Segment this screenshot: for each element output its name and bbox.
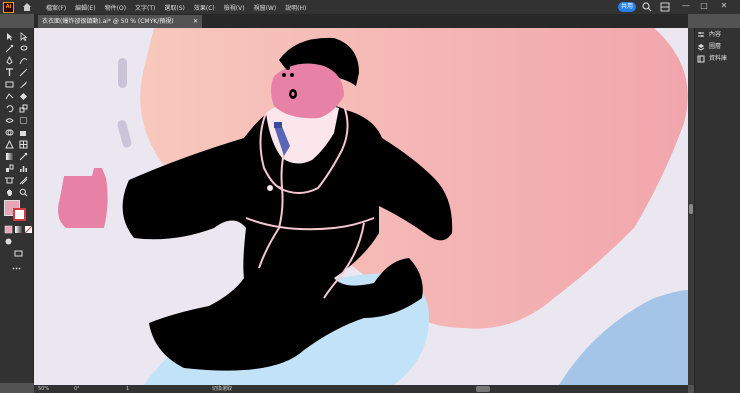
illustration bbox=[58, 28, 688, 385]
document-tab[interactable]: 衣衣面(爆炸卻很鎮動).ai* @ 50 % (CMYK/預視) ✕ bbox=[38, 15, 202, 28]
search-icon[interactable] bbox=[642, 2, 652, 12]
layers-icon bbox=[697, 43, 705, 51]
menu-type[interactable]: 文字(T) bbox=[135, 3, 155, 12]
gradient-mode-icon[interactable] bbox=[14, 225, 23, 234]
eye bbox=[282, 73, 286, 77]
perspective-grid-icon[interactable] bbox=[5, 140, 14, 149]
jacket-button bbox=[267, 185, 273, 191]
panel-layers-label: 圖層 bbox=[709, 43, 722, 50]
zoom-level[interactable]: 50% bbox=[38, 385, 49, 393]
more-tools-icon[interactable] bbox=[12, 264, 21, 273]
horizontal-scroll-thumb[interactable] bbox=[476, 386, 490, 392]
stroke-swatch[interactable] bbox=[13, 208, 26, 221]
mesh-tool-icon[interactable] bbox=[19, 140, 28, 149]
menu-file[interactable]: 檔案(F) bbox=[46, 3, 66, 12]
document-tab-title: 衣衣面(爆炸卻很鎮動).ai* @ 50 % (CMYK/預視) bbox=[42, 18, 174, 25]
dash-mark bbox=[118, 58, 127, 88]
status-bar: 50% 0° 1 切換選取 bbox=[34, 385, 688, 393]
home-icon[interactable] bbox=[22, 2, 32, 12]
panel-libraries-label: 資料庫 bbox=[709, 55, 728, 62]
curvature-tool-icon[interactable] bbox=[19, 56, 28, 65]
slice-tool-icon[interactable] bbox=[19, 176, 28, 185]
pen-tool-icon[interactable] bbox=[5, 56, 14, 65]
blend-tool-icon[interactable] bbox=[5, 164, 14, 173]
shaper-tool-icon[interactable] bbox=[5, 92, 14, 101]
eye bbox=[290, 73, 294, 77]
right-panel: 內容 圖層 資料庫 bbox=[694, 28, 740, 393]
menu-select[interactable]: 選取(S) bbox=[164, 3, 185, 12]
menu-object[interactable]: 物件(O) bbox=[105, 3, 126, 12]
panel-properties[interactable]: 內容 bbox=[697, 29, 721, 40]
blue-right-blob bbox=[559, 290, 688, 385]
magic-wand-icon[interactable] bbox=[5, 44, 14, 53]
scale-tool-icon[interactable] bbox=[19, 104, 28, 113]
artboard-tool-icon[interactable] bbox=[5, 176, 14, 185]
properties-icon bbox=[698, 31, 704, 37]
graph-tool-icon[interactable] bbox=[19, 164, 28, 173]
current-tool-name: 切換選取 bbox=[212, 386, 233, 392]
tie-knot bbox=[274, 122, 282, 128]
eyedropper-tool-icon[interactable] bbox=[19, 152, 28, 161]
tools-panel bbox=[0, 28, 34, 383]
maximize-icon[interactable]: □ bbox=[698, 1, 710, 10]
panel-properties-label: 內容 bbox=[709, 31, 722, 38]
screen-mode-icon[interactable] bbox=[14, 249, 23, 258]
dash-mark bbox=[117, 120, 132, 148]
draw-mode-icon[interactable] bbox=[4, 237, 13, 246]
selection-tool-icon[interactable] bbox=[5, 32, 14, 41]
rotation-value[interactable]: 0° bbox=[74, 385, 80, 393]
app-logo: Ai bbox=[3, 1, 14, 13]
panel-libraries[interactable]: 資料庫 bbox=[697, 53, 727, 64]
close-icon[interactable]: ✕ bbox=[718, 1, 730, 10]
paintbrush-tool-icon[interactable] bbox=[19, 80, 28, 89]
gradient-tool-icon[interactable] bbox=[5, 152, 14, 161]
rotate-tool-icon[interactable] bbox=[5, 104, 14, 113]
menu-window[interactable]: 視窗(W) bbox=[254, 3, 277, 12]
panel-layers[interactable]: 圖層 bbox=[697, 41, 721, 52]
document-tab-bar: 衣衣面(爆炸卻很鎮動).ai* @ 50 % (CMYK/預視) ✕ bbox=[34, 14, 688, 28]
none-mode-icon[interactable] bbox=[24, 225, 33, 234]
vertical-scroll-thumb[interactable] bbox=[689, 204, 693, 214]
eye bbox=[286, 66, 290, 70]
free-transform-tool-icon[interactable] bbox=[19, 116, 28, 125]
eraser-tool-icon[interactable] bbox=[19, 92, 28, 101]
arrange-icon[interactable] bbox=[660, 2, 670, 12]
artboard-number[interactable]: 1 bbox=[126, 385, 129, 393]
libraries-icon bbox=[697, 55, 705, 62]
hand bbox=[58, 168, 108, 228]
hand-tool-icon[interactable] bbox=[5, 188, 14, 197]
mouth-inner bbox=[291, 92, 295, 96]
artboard-canvas[interactable] bbox=[34, 28, 688, 385]
line-tool-icon[interactable] bbox=[19, 68, 28, 77]
shape-builder-tool-icon[interactable] bbox=[5, 128, 14, 137]
share-button[interactable]: 共用 bbox=[618, 2, 636, 12]
menu-edit[interactable]: 編輯(E) bbox=[75, 3, 95, 12]
type-tool-icon[interactable] bbox=[5, 68, 14, 77]
lasso-tool-icon[interactable] bbox=[19, 44, 28, 53]
width-tool-icon[interactable] bbox=[5, 116, 14, 125]
live-paint-tool-icon[interactable] bbox=[19, 128, 28, 137]
direct-selection-tool-icon[interactable] bbox=[19, 32, 28, 41]
menu-view[interactable]: 檢視(V) bbox=[224, 3, 245, 12]
rectangle-tool-icon[interactable] bbox=[5, 80, 14, 89]
color-mode-icon[interactable] bbox=[4, 225, 13, 234]
close-tab-icon[interactable]: ✕ bbox=[193, 15, 198, 28]
menu-help[interactable]: 說明(H) bbox=[285, 3, 306, 12]
zoom-tool-icon[interactable] bbox=[19, 188, 28, 197]
menu-effect[interactable]: 效果(C) bbox=[194, 3, 215, 12]
minimize-icon[interactable]: — bbox=[680, 1, 692, 10]
